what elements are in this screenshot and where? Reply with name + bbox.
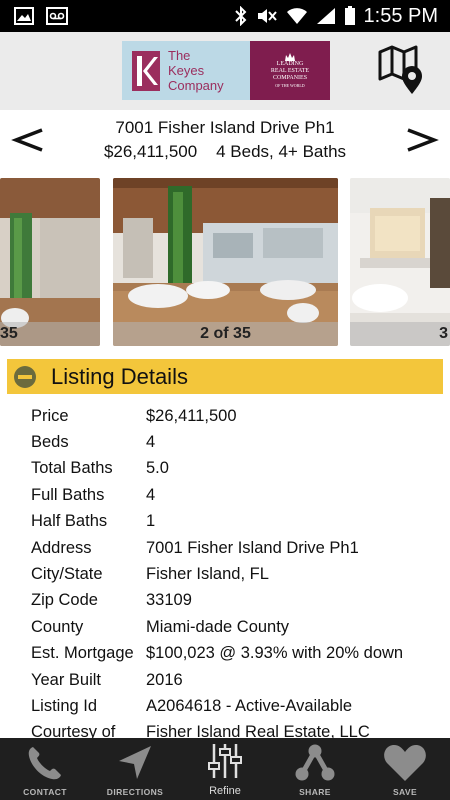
listing-title: 7001 Fisher Island Drive Ph1 $26,411,500… <box>60 116 390 164</box>
bottom-tab-bar: CONTACT DIRECTIONS Refine SHARE SAVE <box>0 738 450 800</box>
app-header: The Keyes Company LEADING REAL ESTATE CO… <box>0 32 450 110</box>
brand-logo: The Keyes Company LEADING REAL ESTATE CO… <box>122 41 330 100</box>
detail-label: Price <box>31 406 69 425</box>
detail-value: 4 <box>146 433 156 452</box>
detail-row: Total Baths 5.0 <box>31 456 445 482</box>
refine-button[interactable]: Refine <box>180 738 270 800</box>
map-pin-icon[interactable] <box>376 44 426 96</box>
photo-caption: 3 <box>350 322 450 346</box>
listing-photo-next[interactable]: 3 <box>350 178 450 346</box>
bluetooth-icon <box>234 6 246 26</box>
listing-address: 7001 Fisher Island Drive Ph1 <box>115 118 335 137</box>
status-bar: 1:55 PM <box>0 0 450 32</box>
detail-row: County Miami-dade County <box>31 614 445 640</box>
detail-row: Address 7001 Fisher Island Drive Ph1 <box>31 535 445 561</box>
save-label: SAVE <box>392 787 418 797</box>
save-button[interactable]: SAVE <box>360 738 450 800</box>
share-icon <box>295 744 335 781</box>
detail-value: 33109 <box>146 591 192 610</box>
detail-value: 1 <box>146 512 156 531</box>
badge-line: OF THE WORLD <box>275 82 305 88</box>
detail-row: Listing Id A2064618 - Active-Available <box>31 693 445 719</box>
detail-row: Beds 4 <box>31 429 445 455</box>
detail-value: 5.0 <box>146 459 169 478</box>
detail-value: A2064618 - Active-Available <box>146 696 353 715</box>
refine-label: Refine <box>209 785 241 797</box>
brand-name-line: The <box>168 48 191 63</box>
detail-value: $26,411,500 <box>146 406 237 425</box>
listing-summary: $26,411,500 4 Beds, 4+ Baths <box>103 142 347 161</box>
previous-listing-arrow-icon[interactable] <box>10 120 50 160</box>
share-label: SHARE <box>299 787 331 797</box>
detail-row: Half Baths 1 <box>31 509 445 535</box>
badge-line: REAL ESTATE <box>270 67 310 74</box>
detail-label: Year Built <box>31 670 102 689</box>
detail-value: 4 <box>146 485 156 504</box>
detail-label: City/State <box>31 565 103 584</box>
detail-label: Est. Mortgage <box>31 644 134 663</box>
contact-button[interactable]: CONTACT <box>0 738 90 800</box>
detail-row: Full Baths 4 <box>31 482 445 508</box>
voicemail-icon <box>46 7 68 25</box>
detail-value: Miami-dade County <box>146 617 290 636</box>
phone-icon <box>28 747 62 780</box>
collapse-minus-icon[interactable] <box>13 365 37 389</box>
listing-photo-previous[interactable]: 35 <box>0 178 100 346</box>
crown-icon <box>285 52 295 61</box>
share-button[interactable]: SHARE <box>270 738 360 800</box>
detail-value: 2016 <box>146 670 183 689</box>
listing-navigation: 7001 Fisher Island Drive Ph1 $26,411,500… <box>0 110 450 170</box>
leading-real-estate-badge: LEADING REAL ESTATE COMPANIES OF THE WOR… <box>250 41 330 100</box>
listing-details-title: Listing Details <box>51 363 188 389</box>
navigation-arrow-icon <box>119 746 151 779</box>
detail-row: Year Built 2016 <box>31 667 445 693</box>
detail-row: Est. Mortgage $100,023 @ 3.93% with 20% d… <box>31 641 445 667</box>
detail-label: Zip Code <box>31 591 98 610</box>
listing-photo-current[interactable]: 2 of 35 <box>113 178 338 346</box>
directions-button[interactable]: DIRECTIONS <box>90 738 180 800</box>
detail-value: $100,023 @ 3.93% with 20% down <box>146 644 404 663</box>
detail-label: Half Baths <box>31 512 108 531</box>
gallery-notification-icon <box>14 7 34 25</box>
listing-details-header[interactable]: Listing Details <box>7 359 443 394</box>
detail-label: Beds <box>31 433 69 452</box>
battery-icon <box>344 6 355 25</box>
detail-row: City/State Fisher Island, FL <box>31 561 445 587</box>
sliders-icon <box>208 744 242 778</box>
signal-icon <box>316 8 335 24</box>
detail-value: Fisher Island, FL <box>146 565 269 584</box>
contact-label: CONTACT <box>23 787 67 797</box>
next-listing-arrow-icon[interactable] <box>400 120 440 160</box>
wifi-icon <box>286 8 307 24</box>
brand-name-line: Company <box>168 78 224 93</box>
detail-label: Full Baths <box>31 485 105 504</box>
status-time: 1:55 PM <box>363 4 438 27</box>
detail-row: Zip Code 33109 <box>31 588 445 614</box>
detail-label: County <box>31 617 84 636</box>
detail-label: Total Baths <box>31 459 113 478</box>
keyes-logo-icon <box>132 50 160 91</box>
detail-label: Listing Id <box>31 696 98 715</box>
badge-line: LEADING <box>276 60 304 67</box>
brand-name-line: Keyes <box>168 63 205 78</box>
listing-details-table: Price $26,411,500 Beds 4 Total Baths 5.0 Fu… <box>31 403 445 746</box>
badge-line: COMPANIES <box>272 74 308 81</box>
detail-value: 7001 Fisher Island Drive Ph1 <box>146 538 359 557</box>
mute-icon <box>257 9 277 23</box>
photo-carousel[interactable]: 35 2 of 35 3 <box>0 178 450 348</box>
detail-row: Price $26,411,500 <box>31 403 445 429</box>
directions-label: DIRECTIONS <box>106 787 164 797</box>
heart-icon <box>384 745 426 781</box>
photo-caption: 35 <box>0 322 100 346</box>
photo-caption: 2 of 35 <box>113 322 338 346</box>
detail-label: Address <box>31 538 92 557</box>
